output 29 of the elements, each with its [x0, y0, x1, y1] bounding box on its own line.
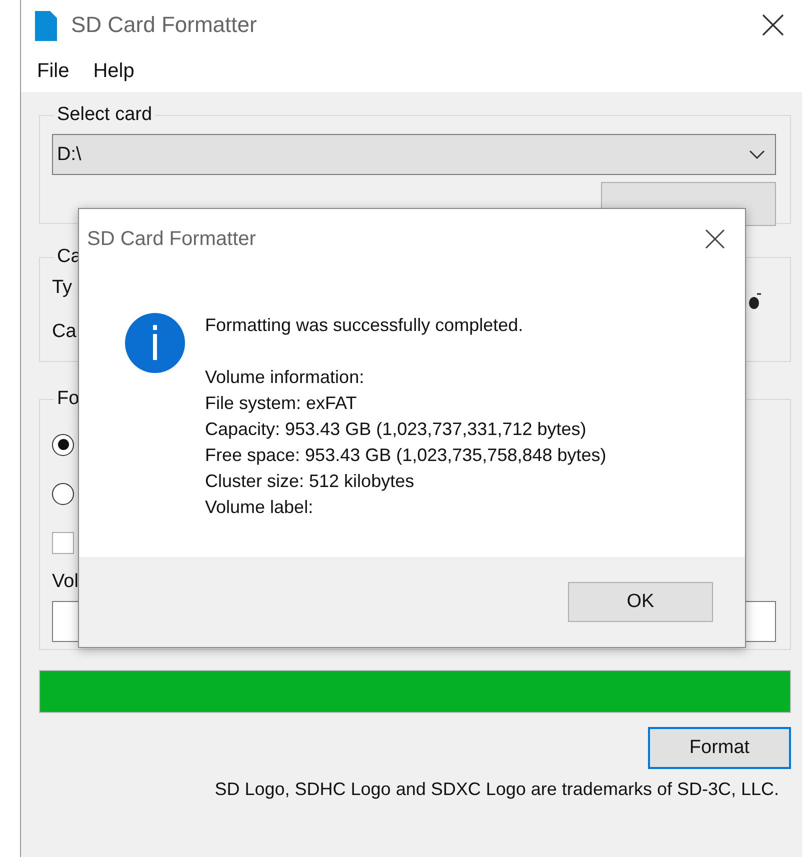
dialog-title: SD Card Formatter — [87, 228, 256, 250]
detail-text: Capacity: 953.43 GB (1,023,737,331,712 bytes) — [205, 418, 588, 441]
logo-icon — [748, 292, 762, 310]
ok-button[interactable]: OK — [568, 582, 713, 622]
window-title: SD Card Formatter — [71, 12, 258, 38]
detail-text: Cluster size: 512 kilobytes — [205, 470, 416, 493]
field-label: Vol — [52, 571, 80, 593]
menu-item[interactable]: File — [37, 60, 70, 82]
field-label: Ca — [52, 320, 76, 344]
detail-text: File system: exFAT — [205, 392, 358, 415]
group-label: Fo — [56, 388, 80, 410]
menu-item[interactable]: Help — [93, 60, 134, 82]
info-icon — [124, 312, 186, 374]
close-icon[interactable] — [705, 229, 725, 249]
message-text: Formatting was successfully completed. — [205, 314, 524, 337]
close-icon[interactable] — [762, 14, 784, 36]
format-button[interactable]: Format — [648, 727, 791, 769]
detail-text: Volume label: — [205, 496, 314, 519]
drive-dropdown[interactable]: D:\ — [52, 134, 776, 175]
sd-card-icon — [35, 11, 57, 41]
radio-button[interactable] — [52, 482, 74, 504]
detail-text: Volume information: — [205, 366, 366, 389]
chevron-icon — [749, 150, 765, 160]
detail-text: Free space: 953.43 GB (1,023,735,758,848 bytes) — [205, 444, 606, 467]
radio-button[interactable] — [52, 434, 74, 456]
trademark-text: SD Logo, SDHC Logo and SDXC Logo are trademarks of SD-3C, LLC. — [214, 779, 780, 800]
group-label: Select card — [56, 104, 154, 126]
field-label: Ty — [52, 276, 72, 300]
checkbox[interactable] — [52, 532, 74, 554]
